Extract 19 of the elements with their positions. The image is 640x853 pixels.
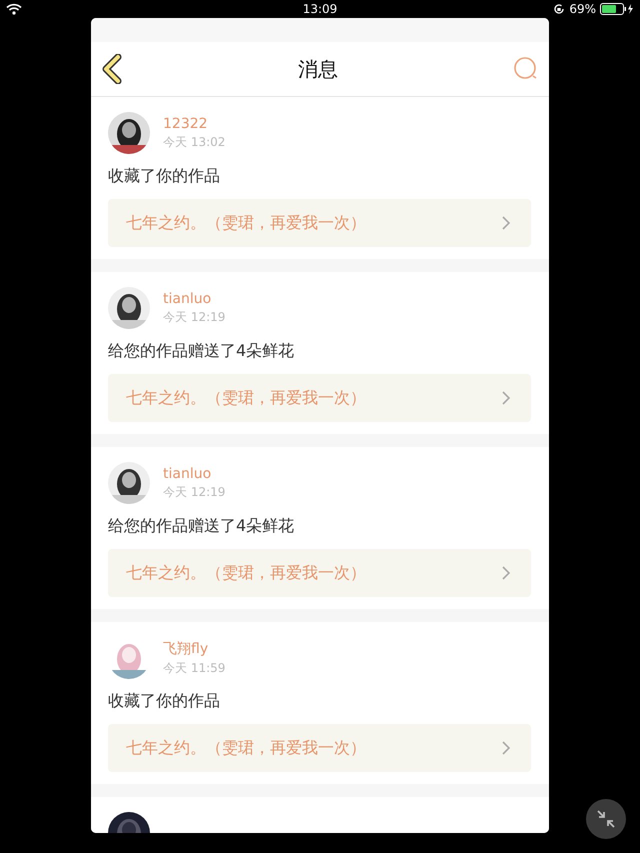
status-time: 13:09 [302,2,338,16]
page-title: 消息 [298,56,338,82]
work-link[interactable]: 七年之约。（雯珺，再爱我一次） [108,199,531,247]
message-text: 收藏了你的作品 [108,691,221,712]
user-name[interactable]: tianluo [163,466,226,482]
message-time: 今天 12:19 [163,484,226,500]
message-time: 今天 12:19 [163,308,226,326]
user-name[interactable]: 12322 [163,116,226,132]
message-time: 今天 11:59 [163,660,226,676]
user-name[interactable]: 飞翔fly [163,640,226,658]
message-time: 今天 13:02 [163,134,226,150]
battery-percent: 69% [569,2,596,16]
message-text: 收藏了你的作品 [108,166,221,187]
user-name[interactable]: tianluo [163,290,226,306]
message-text: 给您的作品赠送了4朵鲜花 [108,516,296,537]
work-link[interactable]: 七年之约。（雯珺，再爱我一次） [108,549,531,597]
message-text: 给您的作品赠送了4朵鲜花 [108,341,296,362]
work-link[interactable]: 七年之约。（雯珺，再爱我一次） [108,374,531,422]
work-link[interactable]: 七年之约。（雯珺，再爱我一次） [108,724,531,772]
